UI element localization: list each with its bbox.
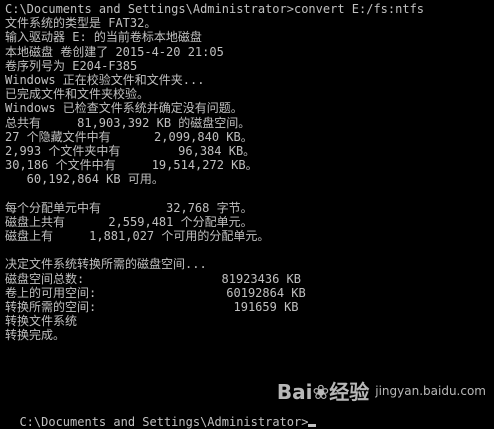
console-line: 转换所需的空间: 191659 KB xyxy=(5,299,299,314)
console-line: Windows 正在校验文件和文件夹... xyxy=(5,72,205,87)
prompt-text: C:\Documents and Settings\Administrator> xyxy=(19,415,309,429)
console-line: 已完成文件和文件夹校验。 xyxy=(5,87,150,102)
console-line: 30,186 个文件中有 19,514,272 KB。 xyxy=(5,158,258,173)
console-line: 本地磁盘 卷创建了 2015-4-20 21:05 xyxy=(5,44,224,59)
console-line: 磁盘空间总数: 81923436 KB xyxy=(5,271,301,286)
console-line: 2,993 个文件夹中有 96,384 KB。 xyxy=(5,143,256,158)
console-line: 决定文件系统转换所需的磁盘空间... xyxy=(5,257,207,272)
console-line: 转换文件系统 xyxy=(5,314,78,329)
console-output: C:\Documents and Settings\Administrator>… xyxy=(5,2,494,357)
watermark-url: jingyan.baidu.com xyxy=(375,383,486,398)
console-line: 总共有 81,903,392 KB 的磁盘空间。 xyxy=(5,115,251,130)
console-line: 卷序列号为 E204-F385 xyxy=(5,58,138,73)
text-cursor xyxy=(308,424,317,427)
console-line: 27 个隐藏文件中有 2,099,840 KB。 xyxy=(5,129,253,144)
console-line: 转换完成。 xyxy=(5,328,66,343)
console-line: 60,192,864 KB 可用。 xyxy=(5,172,164,187)
console-line: 文件系统的类型是 FAT32。 xyxy=(5,16,157,31)
console-line: 输入驱动器 E: 的当前卷标本地磁盘 xyxy=(5,30,202,45)
console-line: 卷上的可用空间: 60192864 KB xyxy=(5,285,306,300)
console-line: 每个分配单元中有 32,768 字节。 xyxy=(5,200,253,215)
command-prompt[interactable]: C:\Documents and Settings\Administrator> xyxy=(5,401,317,429)
console-line: 磁盘上共有 2,559,481 个分配单元。 xyxy=(5,214,253,229)
console-line: Windows 已检查文件系统并确定没有问题。 xyxy=(5,101,243,116)
console-line: 磁盘上有 1,881,027 个可用的分配单元。 xyxy=(5,229,270,243)
console-line: C:\Documents and Settings\Administrator>… xyxy=(5,2,425,16)
console-window[interactable]: C:\Documents and Settings\Administrator>… xyxy=(0,0,494,419)
